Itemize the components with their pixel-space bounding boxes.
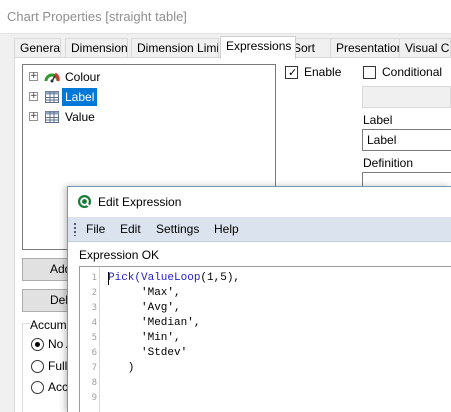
tab-general[interactable]: General xyxy=(14,38,61,58)
code-line: 'Median', xyxy=(108,317,201,329)
line-number: 5 xyxy=(91,333,97,343)
code-line: Pick(ValueLoop(1,5), xyxy=(108,272,240,284)
radio-no-accumulation[interactable]: No Accumulation xyxy=(31,338,67,354)
tab-visual-cues[interactable]: Visual Cues xyxy=(399,38,451,58)
accumulation-title: Accumulation xyxy=(30,318,70,332)
code-line: 'Max', xyxy=(108,287,181,299)
conditional-label: Conditional xyxy=(382,65,443,79)
menu-settings[interactable]: Settings xyxy=(156,222,199,236)
code-line: 'Stdev' xyxy=(108,347,188,359)
window-title-bar[interactable]: Chart Properties [straight table] xyxy=(0,0,451,34)
toolbar-grip-icon[interactable] xyxy=(74,223,76,236)
enable-label: Enable xyxy=(304,65,342,79)
line-number: 9 xyxy=(91,393,97,403)
delete-button[interactable]: Delete xyxy=(22,289,72,312)
code-line: ) xyxy=(108,362,135,374)
tab-presentation[interactable]: Presentation xyxy=(330,38,400,58)
line-number: 6 xyxy=(91,348,97,358)
check-icon: ✓ xyxy=(288,66,298,79)
radio-label: Accumulate xyxy=(48,381,67,394)
qlikview-icon xyxy=(77,194,92,209)
tab-expressions[interactable]: Expressions xyxy=(220,36,296,59)
checkbox-box[interactable] xyxy=(363,66,376,79)
radio-label: No Accumulation xyxy=(48,338,67,351)
expression-editor[interactable]: 1 2 3 4 5 6 7 8 9 Pick(ValueLoop(1,5), '… xyxy=(79,266,451,412)
tree-item-label: Colour xyxy=(65,70,101,84)
radio-label: Full Accumulation xyxy=(48,360,67,373)
definition-caption: Definition xyxy=(363,156,414,170)
line-number: 8 xyxy=(91,378,97,388)
code-line: 'Avg', xyxy=(108,302,181,314)
dialog-menubar: File Edit Settings Help xyxy=(68,217,451,242)
conditional-checkbox[interactable]: Conditional xyxy=(363,65,451,81)
menu-edit[interactable]: Edit xyxy=(120,222,141,236)
radio-button[interactable] xyxy=(31,381,44,394)
tree-item-label: Label xyxy=(62,88,98,106)
line-number: 3 xyxy=(91,303,97,313)
add-button[interactable]: Add... xyxy=(22,258,72,281)
line-number: 2 xyxy=(91,288,97,298)
edit-expression-dialog: Edit Expression File Edit Settings Help … xyxy=(67,186,451,412)
dialog-title: Edit Expression xyxy=(98,195,182,209)
conditional-expression-field xyxy=(362,86,451,108)
radio-button[interactable] xyxy=(31,360,44,373)
table-icon xyxy=(45,111,59,123)
window-title: Chart Properties [straight table] xyxy=(7,9,187,24)
line-number-gutter: 1 2 3 4 5 6 7 8 9 xyxy=(80,267,100,412)
expand-icon[interactable]: + xyxy=(29,112,38,121)
radio-button[interactable] xyxy=(31,338,44,351)
menu-help[interactable]: Help xyxy=(214,222,239,236)
tab-dimension-limits[interactable]: Dimension Limits xyxy=(131,38,219,58)
code-function: Pick(ValueLoop xyxy=(108,272,201,284)
gauge-icon xyxy=(44,72,60,83)
code-text: (1,5), xyxy=(200,272,241,284)
line-number: 1 xyxy=(91,273,97,283)
table-icon xyxy=(45,91,59,103)
tab-dimensions[interactable]: Dimensions xyxy=(65,38,128,58)
line-number: 7 xyxy=(91,363,97,373)
code-line: 'Min', xyxy=(108,332,181,344)
radio-full-accumulation[interactable]: Full Accumulation xyxy=(31,360,67,376)
enable-checkbox[interactable]: ✓ Enable xyxy=(285,65,355,81)
checkbox-box[interactable]: ✓ xyxy=(285,66,298,79)
tab-strip: General Dimensions Dimension Limits Expr… xyxy=(14,36,451,59)
label-caption: Label xyxy=(363,113,393,127)
menu-file[interactable]: File xyxy=(86,222,105,236)
expand-icon[interactable]: + xyxy=(29,92,38,101)
radio-accumulate[interactable]: Accumulate xyxy=(31,381,67,397)
line-number: 4 xyxy=(91,318,97,328)
label-input[interactable]: Label xyxy=(362,129,451,151)
expression-status: Expression OK xyxy=(79,248,160,262)
expand-icon[interactable]: + xyxy=(29,72,38,81)
dialog-title-bar[interactable]: Edit Expression xyxy=(68,187,451,217)
tree-item-label: Value xyxy=(65,110,95,124)
